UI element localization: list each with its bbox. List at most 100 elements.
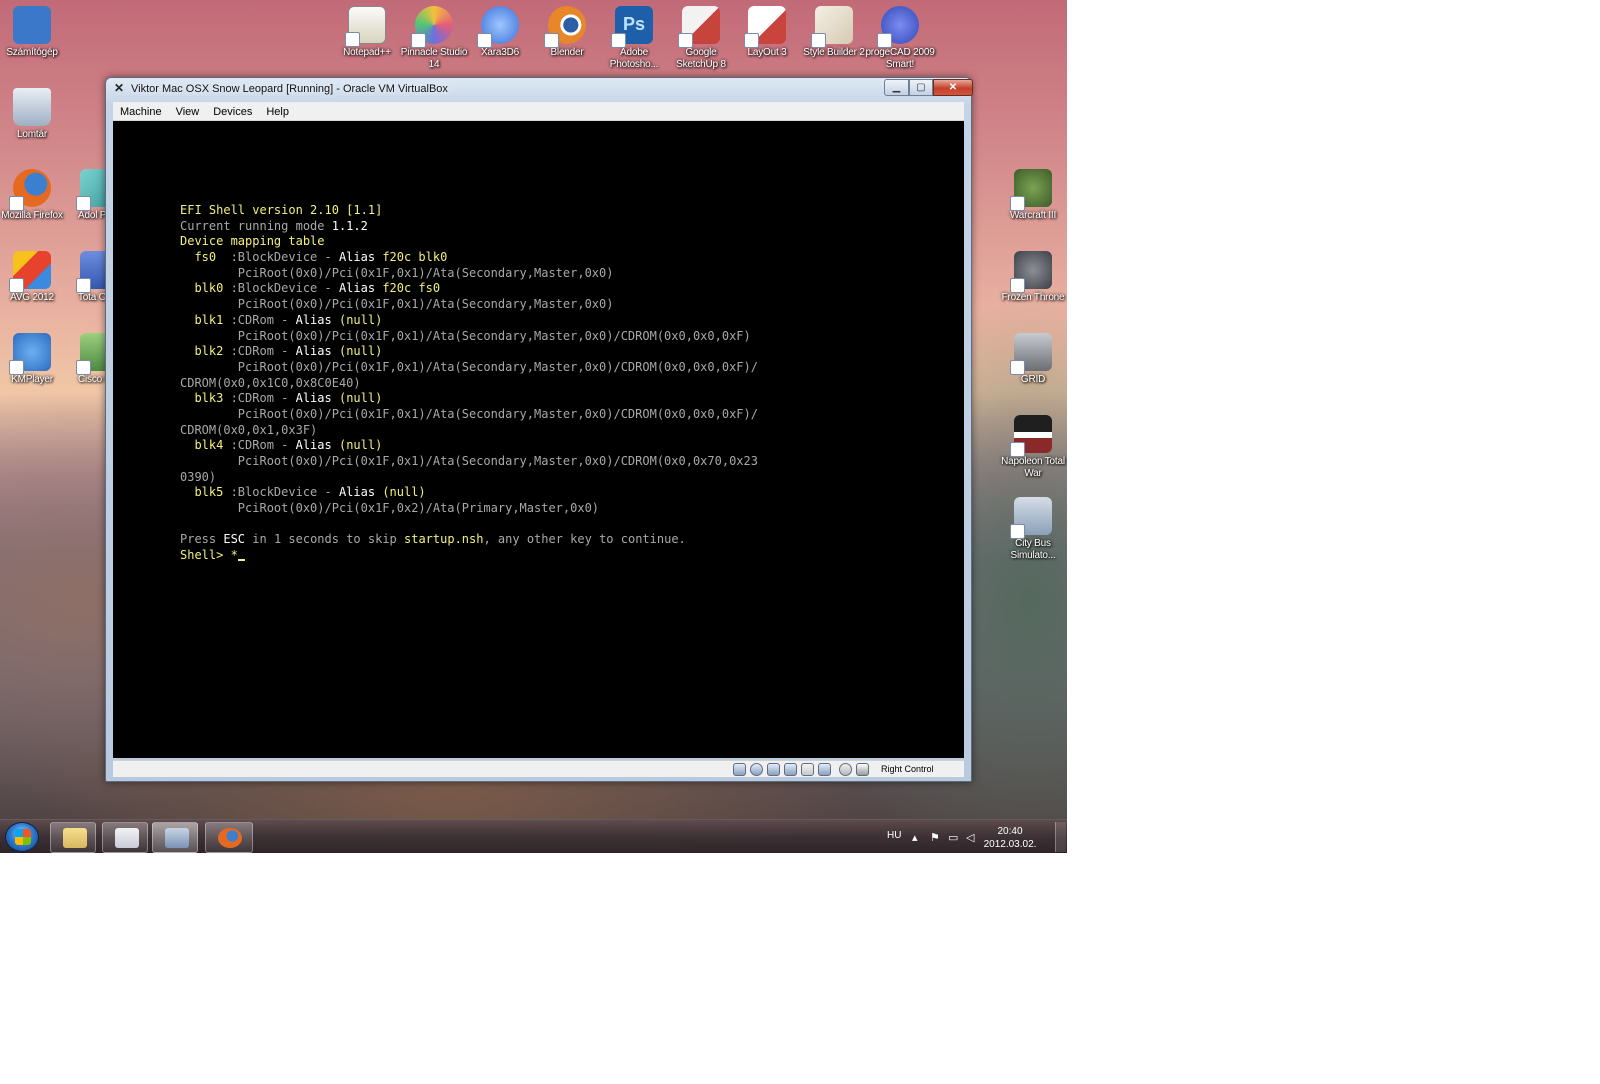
style-builder-icon [811,6,853,48]
show-hidden-icons-icon[interactable]: ▴ [912,831,918,844]
desktop-icon-pinnacle[interactable]: Pinnacle Studio 14 [397,6,471,71]
shared-folders-icon[interactable] [801,763,814,776]
computer-icon [13,6,51,44]
language-indicator[interactable]: HU [887,830,901,841]
vm-display[interactable]: EFI Shell version 2.10 [1.1] Current runn… [113,121,964,758]
usb-icon[interactable] [767,763,780,776]
window-titlebar[interactable]: ✕ Viktor Mac OSX Snow Leopard [Running] … [106,78,973,100]
desktop-icon-blender[interactable]: Blender [530,6,604,59]
grid-icon [1010,333,1052,375]
display-icon[interactable] [818,763,831,776]
desktop-icon-warcraft[interactable]: Warcraft III [996,169,1067,222]
console-line: blk2 :CDRom - Alias (null) [180,344,758,360]
text-cursor [237,559,245,562]
desktop-icon-computer[interactable]: Számítógép [0,6,69,59]
console-line: blk4 :CDRom - Alias (null) [180,438,758,454]
desktop-icon-sketchup[interactable]: Google SketchUp 8 [664,6,738,71]
clock-date: 2012.03.02. [983,839,1037,850]
desktop-icon-city-bus[interactable]: City Bus Simulato... [996,497,1067,562]
folder-icon [63,828,87,848]
desktop-icon-frozen-throne[interactable]: Frozen Throne [996,251,1067,304]
console-text: (null) [338,391,383,406]
console-text: 1.1.2 [331,218,368,233]
console-text: blk5 [180,485,231,500]
notepad-icon [345,6,386,47]
desktop-icon-progecad[interactable]: progeCAD 2009 Smart! [863,6,937,71]
console-line: blk0 :BlockDevice - Alias f20c fs0 [180,281,758,297]
menu-view[interactable]: View [169,103,207,122]
file-manager-icon [115,828,139,848]
console-line: PciRoot(0x0)/Pci(0x1F,0x1)/Ata(Secondary… [180,407,758,423]
taskbar-button-firefox[interactable] [205,822,253,853]
frozen-throne-icon [1010,251,1052,293]
console-line: 0390) [180,470,758,486]
taskbar-button-virtualbox[interactable] [152,822,198,853]
console-line: Device mapping table [180,234,758,250]
console-text: Alias [295,312,339,327]
network-status-icon[interactable]: ▭ [948,831,958,844]
desktop-icon-layout[interactable]: LayOut 3 [730,6,804,59]
taskbar-button-explorer[interactable] [50,822,96,853]
vm-statusbar: Right Control [113,760,964,777]
console-line: CDROM(0x0,0x1C0,0x8C0E40) [180,376,758,392]
network-icon[interactable] [784,763,797,776]
start-button[interactable] [5,822,39,852]
console-text: (null) [338,438,383,453]
console-text: (null) [338,312,383,327]
console-text: blk1 [180,312,231,327]
console-text: PciRoot(0x0)/Pci(0x1F,0x1)/Ata(Secondary… [180,265,614,280]
desktop-icon-recycle-bin[interactable]: Lomtár [0,88,69,141]
desktop-icon-avg[interactable]: AVG 2012 [0,251,69,304]
console-text: blk3 [180,391,231,406]
console-text: fs0 [180,250,231,265]
desktop-icon-photoshop[interactable]: Ps Adobe Photosho... [597,6,671,71]
console-text: Alias [338,250,383,265]
console-text: Alias [295,344,339,359]
clock[interactable]: 20:40 2012.03.02. [978,825,1042,851]
maximize-button[interactable]: ▢ [909,79,933,96]
window-title: Viktor Mac OSX Snow Leopard [Running] - … [131,83,448,95]
show-desktop-button[interactable] [1055,822,1066,852]
desktop-icon-notepadpp[interactable]: Notepad++ [330,6,404,59]
console-text: Device mapping table [180,234,325,249]
minimize-button[interactable]: ▁ [884,79,909,96]
console-text: :CDRom - [230,312,296,327]
taskbar-button-file-manager[interactable] [102,822,148,853]
kmplayer-icon [9,333,51,375]
virtualbox-app-icon: ✕ [114,81,125,95]
menu-machine[interactable]: Machine [113,103,169,122]
mouse-integration-icon[interactable] [839,763,852,776]
desktop-icon-kmplayer[interactable]: KMPlayer [0,333,69,386]
console-text: blk0 [180,281,231,296]
desktop-icon-style-builder[interactable]: Style Builder 2 [797,6,871,59]
virtualbox-window[interactable]: ✕ Viktor Mac OSX Snow Leopard [Running] … [105,77,973,782]
menu-devices[interactable]: Devices [206,103,259,122]
blender-icon [544,6,586,48]
volume-icon[interactable]: ◁ [966,831,974,844]
action-center-flag-icon[interactable]: ⚑ [930,831,940,844]
console-text: , any other key to continue. [483,532,686,547]
layout-icon [744,6,786,48]
close-button[interactable]: ✕ [933,79,973,96]
console-line: blk5 :BlockDevice - Alias (null) [180,485,758,501]
desktop-icon-label: Google SketchUp 8 [676,47,726,70]
console-line: Current running mode 1.1.2 [180,219,758,235]
hard-disk-icon[interactable] [733,763,746,776]
desktop-icon-grid[interactable]: GRID [996,333,1067,386]
desktop-icon-label: Pinnacle Studio 14 [400,47,468,70]
desktop-icon-firefox[interactable]: Mozilla Firefox [0,169,69,222]
console-text: blk2 [180,344,231,359]
console-text: blk4 [180,438,231,453]
console-text: f20c blk0 [382,250,448,265]
console-text: PciRoot(0x0)/Pci(0x1F,0x1)/Ata(Secondary… [180,359,758,374]
optical-drive-icon[interactable] [750,763,763,776]
console-text: CDROM(0x0,0x1C0,0x8C0E40) [180,375,361,390]
desktop-icon-xara3d[interactable]: Xara3D6 [463,6,537,59]
console-line: PciRoot(0x0)/Pci(0x1F,0x1)/Ata(Secondary… [180,454,758,470]
napoleon-icon [1010,415,1052,457]
console-line: EFI Shell version 2.10 [1.1] [180,203,758,219]
menu-help[interactable]: Help [259,103,296,122]
desktop-icon-label: Mozilla Firefox [1,210,63,221]
desktop-icon-label: Notepad++ [343,47,391,58]
desktop-icon-napoleon[interactable]: Napoleon Total War [996,415,1067,480]
